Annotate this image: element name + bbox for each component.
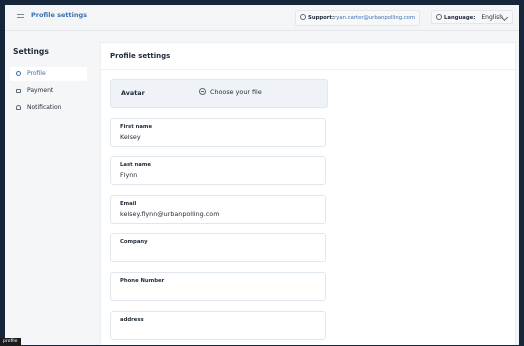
choose-file-button[interactable]: Choose your file [199,88,262,96]
support-email[interactable]: ryan.carter@urbanpolling.com [334,15,415,21]
email-field[interactable]: Email kelsey.flynn@urbanpolling.com [110,195,326,224]
first-name-input[interactable]: Kelsey [120,133,316,141]
app-window: Profile settings Support:ryan.carter@urb… [5,5,519,345]
address-field[interactable]: address [110,311,326,340]
field-label: address [120,317,144,323]
page-title: Profile settings [31,11,88,19]
language-label: Language: [444,15,476,21]
upload-icon [199,88,206,95]
last-name-field[interactable]: Last name Flynn [110,156,326,185]
support-icon [300,14,306,20]
support-label: Support: [308,15,335,21]
field-label: First name [120,124,153,130]
field-label: Last name [120,162,151,168]
panel-header: Profile settings [101,43,515,70]
avatar-upload: Avatar Choose your file [110,79,328,108]
sidebar-item-label: Profile [27,70,46,77]
field-label: Phone Number [120,278,165,284]
user-circle-icon [16,71,21,76]
globe-icon [436,14,442,20]
top-bar: Profile settings Support:ryan.carter@urb… [5,5,519,31]
sidebar: Settings Profile Payment Notification [5,31,92,345]
field-label: Company [120,239,148,245]
language-select[interactable]: Language: English [431,10,513,24]
sidebar-item-label: Notification [27,104,62,111]
choose-file-label: Choose your file [210,88,262,96]
panel-title: Profile settings [110,52,171,60]
field-label: Email [120,201,137,207]
card-icon [16,89,21,93]
profile-panel: Profile settings Avatar Choose your file… [100,42,516,345]
menu-icon[interactable] [17,14,24,20]
sidebar-item-label: Payment [27,87,54,94]
support-info: Support:ryan.carter@urbanpolling.com [295,10,421,26]
sidebar-item-notification[interactable]: Notification [10,101,87,115]
bell-icon [16,105,21,110]
first-name-field[interactable]: First name Kelsey [110,118,326,147]
phone-number-field[interactable]: Phone Number [110,272,326,301]
sidebar-title: Settings [13,47,49,56]
sidebar-item-payment[interactable]: Payment [10,84,87,98]
sidebar-item-profile[interactable]: Profile [10,67,87,81]
company-field[interactable]: Company [110,233,326,262]
email-input[interactable]: kelsey.flynn@urbanpolling.com [120,210,316,218]
avatar-label: Avatar [121,89,145,97]
last-name-input[interactable]: Flynn [120,171,316,179]
language-value: English [481,14,504,21]
